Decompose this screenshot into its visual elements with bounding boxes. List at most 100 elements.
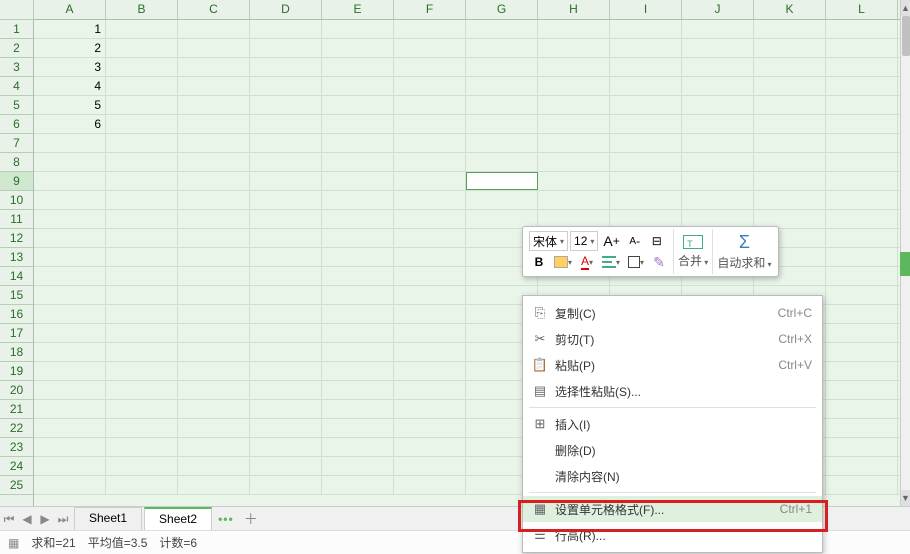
- cell[interactable]: [826, 305, 898, 323]
- row-header[interactable]: 8: [0, 153, 33, 172]
- autosum-button[interactable]: Σ: [734, 232, 754, 252]
- cell[interactable]: [178, 39, 250, 57]
- column-header[interactable]: C: [178, 0, 250, 19]
- cell[interactable]: 3: [34, 58, 106, 76]
- row-header[interactable]: 20: [0, 381, 33, 400]
- cell[interactable]: [34, 400, 106, 418]
- cell[interactable]: [610, 115, 682, 133]
- cell[interactable]: [394, 229, 466, 247]
- row-header[interactable]: 17: [0, 324, 33, 343]
- cell[interactable]: [826, 381, 898, 399]
- cell[interactable]: [250, 305, 322, 323]
- cell[interactable]: [178, 343, 250, 361]
- cell[interactable]: [250, 172, 322, 190]
- cell[interactable]: [106, 457, 178, 475]
- cell[interactable]: [610, 153, 682, 171]
- cell[interactable]: [322, 476, 394, 494]
- cell[interactable]: [322, 153, 394, 171]
- cell[interactable]: [250, 381, 322, 399]
- cell[interactable]: [250, 77, 322, 95]
- cell[interactable]: [682, 172, 754, 190]
- cell[interactable]: [106, 476, 178, 494]
- cell[interactable]: [178, 58, 250, 76]
- cell[interactable]: [466, 153, 538, 171]
- cell[interactable]: [826, 438, 898, 456]
- cell[interactable]: 2: [34, 39, 106, 57]
- cell[interactable]: [250, 20, 322, 38]
- cell[interactable]: [34, 476, 106, 494]
- cell[interactable]: [610, 96, 682, 114]
- cell[interactable]: [106, 210, 178, 228]
- merge-cells-button[interactable]: T: [680, 234, 706, 250]
- cell[interactable]: [610, 172, 682, 190]
- column-header[interactable]: L: [826, 0, 898, 19]
- column-header[interactable]: G: [466, 0, 538, 19]
- cell[interactable]: [250, 476, 322, 494]
- cell[interactable]: [610, 134, 682, 152]
- cell[interactable]: [826, 400, 898, 418]
- cell[interactable]: [34, 229, 106, 247]
- row-header[interactable]: 6: [0, 115, 33, 134]
- cell[interactable]: [178, 438, 250, 456]
- cell[interactable]: [250, 400, 322, 418]
- format-painter-button[interactable]: ✎: [649, 252, 669, 272]
- cell[interactable]: [106, 267, 178, 285]
- cell[interactable]: [34, 153, 106, 171]
- scroll-up-button[interactable]: ▲: [901, 0, 910, 16]
- cell[interactable]: [826, 115, 898, 133]
- cell[interactable]: [610, 77, 682, 95]
- cell[interactable]: [178, 400, 250, 418]
- cell[interactable]: [466, 115, 538, 133]
- cell[interactable]: [34, 419, 106, 437]
- font-select[interactable]: 宋体▾: [529, 231, 568, 251]
- cell[interactable]: [610, 39, 682, 57]
- cell[interactable]: [466, 20, 538, 38]
- cell[interactable]: [322, 343, 394, 361]
- orientation-button[interactable]: ⊟: [647, 231, 667, 251]
- cell[interactable]: [394, 20, 466, 38]
- cell[interactable]: [682, 39, 754, 57]
- cell[interactable]: [826, 153, 898, 171]
- align-button[interactable]: ▾: [599, 252, 623, 272]
- cell[interactable]: [178, 229, 250, 247]
- cell[interactable]: [34, 457, 106, 475]
- cell[interactable]: [826, 134, 898, 152]
- cell[interactable]: [826, 96, 898, 114]
- cell[interactable]: [322, 115, 394, 133]
- column-header[interactable]: K: [754, 0, 826, 19]
- cell[interactable]: [682, 153, 754, 171]
- cell[interactable]: [466, 77, 538, 95]
- sheet-nav-next[interactable]: ▶: [36, 508, 54, 530]
- cell[interactable]: [106, 96, 178, 114]
- cell[interactable]: [826, 457, 898, 475]
- cell[interactable]: [250, 191, 322, 209]
- cell[interactable]: [754, 39, 826, 57]
- cell[interactable]: [826, 286, 898, 304]
- cell[interactable]: [394, 457, 466, 475]
- cell[interactable]: [322, 229, 394, 247]
- cell[interactable]: [322, 305, 394, 323]
- cell[interactable]: [106, 39, 178, 57]
- cell[interactable]: [682, 96, 754, 114]
- cell[interactable]: [322, 20, 394, 38]
- cell[interactable]: [754, 191, 826, 209]
- cell[interactable]: [106, 20, 178, 38]
- decrease-font-button[interactable]: A-: [625, 231, 645, 251]
- context-menu-item[interactable]: 删除(D): [523, 437, 822, 463]
- cell[interactable]: [682, 115, 754, 133]
- cell[interactable]: 6: [34, 115, 106, 133]
- sheet-nav-first[interactable]: ⏮: [0, 508, 18, 530]
- cell[interactable]: [394, 286, 466, 304]
- sheet-more-button[interactable]: •••: [218, 512, 234, 526]
- cell[interactable]: [106, 362, 178, 380]
- cell[interactable]: [394, 134, 466, 152]
- cell[interactable]: [394, 153, 466, 171]
- cell[interactable]: [178, 419, 250, 437]
- cell[interactable]: [178, 476, 250, 494]
- cell[interactable]: [322, 381, 394, 399]
- font-size-select[interactable]: 12▾: [570, 231, 598, 251]
- cell[interactable]: [826, 419, 898, 437]
- cell[interactable]: [106, 381, 178, 399]
- cell[interactable]: [34, 362, 106, 380]
- cell[interactable]: [682, 20, 754, 38]
